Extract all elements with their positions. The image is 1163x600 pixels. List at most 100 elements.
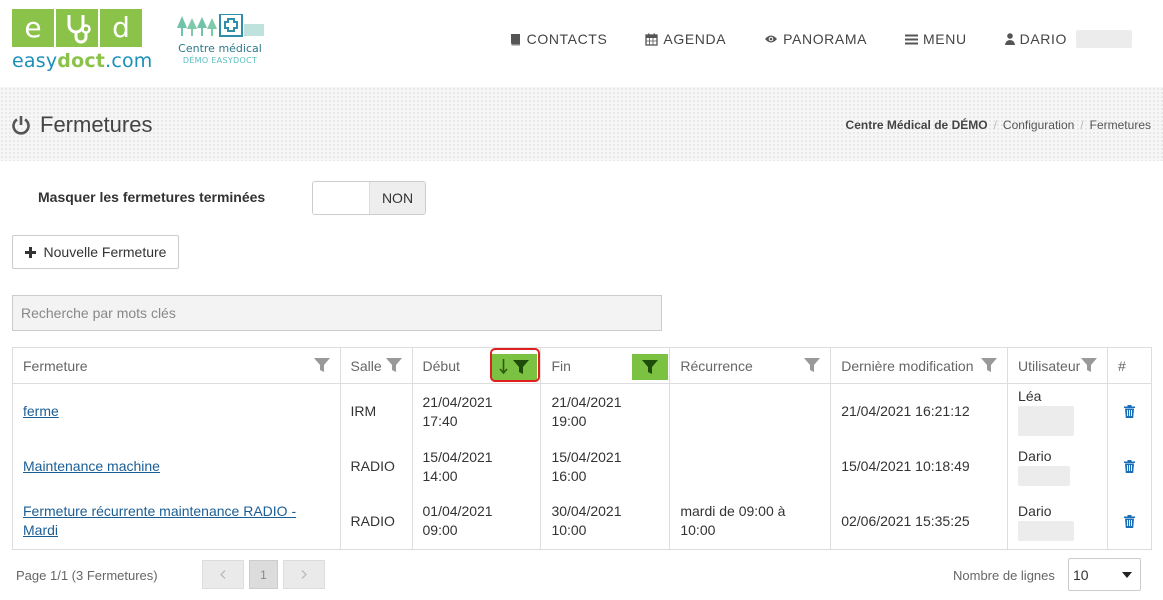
centre-name: Centre médical [178, 42, 262, 55]
cell-debut: 01/04/2021 09:00 [411, 493, 542, 550]
table-row: Fermeture récurrente maintenance RADIO -… [12, 493, 1152, 550]
highlight-frame [489, 348, 540, 382]
nav-agenda-label: AGENDA [663, 31, 727, 47]
cell-derniere-modification: 15/04/2021 10:18:49 [830, 439, 1009, 494]
user-name-redacted [1018, 466, 1071, 487]
breadcrumb-item-centre[interactable]: Centre Médical de DÉMO [846, 118, 988, 132]
page-title: Fermetures [11, 112, 152, 138]
cell-fin: 15/04/2021 16:00 [540, 439, 671, 494]
rows-per-page-label: Nombre de lignes [953, 568, 1055, 583]
easydoct-logo[interactable]: e d easydoct.com [12, 9, 153, 72]
user-name-redacted [1018, 520, 1075, 541]
pagination: 1 [202, 560, 325, 589]
nav-contacts[interactable]: CONTACTS [509, 31, 608, 47]
breadcrumb: Centre Médical de DÉMO / Configuration /… [846, 118, 1151, 132]
breadcrumb-separator: / [1080, 118, 1084, 132]
eye-icon [765, 35, 778, 43]
trees-icon [177, 14, 264, 37]
stethoscope-icon [56, 9, 98, 47]
nav-menu[interactable]: MENU [905, 31, 967, 47]
closures-table: Fermeture Salle Début Fin Récurrence Der… [12, 347, 1152, 550]
nav-contacts-label: CONTACTS [526, 31, 608, 47]
column-header-salle[interactable]: Salle [339, 347, 413, 384]
page-number-button[interactable]: 1 [249, 560, 278, 589]
cell-fin: 21/04/2021 19:00 [540, 383, 671, 440]
cell-derniere-modification: 02/06/2021 15:35:25 [830, 493, 1009, 550]
caret-down-icon [1122, 571, 1132, 578]
cell-recurrence: mardi de 09:00 à 10:00 [669, 493, 832, 550]
filter-icon[interactable] [981, 357, 998, 373]
closure-link[interactable]: ferme [23, 403, 59, 419]
filter-icon[interactable] [804, 357, 821, 373]
cell-recurrence [669, 439, 832, 494]
filter-icon [642, 360, 659, 374]
cell-debut: 21/04/2021 17:40 [411, 383, 542, 440]
user-name-redacted [1018, 406, 1075, 437]
toggle-value: NON [370, 182, 425, 214]
hide-finished-toggle[interactable]: NON [312, 181, 426, 215]
logo-tiles: e d [12, 9, 142, 47]
cell-utilisateur: Dario [1007, 493, 1108, 550]
cell-actions [1107, 439, 1152, 494]
cell-fermeture: ferme [12, 383, 341, 440]
rows-per-page-select[interactable]: 10 [1068, 558, 1141, 591]
logo-tile-e: e [12, 9, 54, 47]
new-closure-button[interactable]: Nouvelle Fermeture [12, 235, 179, 269]
cell-fin: 30/04/2021 10:00 [540, 493, 671, 550]
column-header-recurrence[interactable]: Récurrence [669, 347, 832, 384]
bars-icon [905, 34, 919, 44]
column-header-fermeture[interactable]: Fermeture [12, 347, 341, 384]
cell-fermeture: Maintenance machine [12, 439, 341, 494]
new-closure-button-label: Nouvelle Fermeture [43, 244, 167, 260]
prev-page-button[interactable] [202, 560, 244, 589]
nav-user[interactable]: DARIO [1004, 30, 1132, 48]
trash-icon[interactable] [1124, 405, 1135, 419]
cell-debut: 15/04/2021 14:00 [411, 439, 542, 494]
power-icon [12, 116, 30, 135]
cell-recurrence [669, 383, 832, 440]
column-header-derniere-modification[interactable]: Dernière modification [830, 347, 1009, 384]
column-header-utilisateur[interactable]: Utilisateur [1007, 347, 1108, 384]
page-title-text: Fermetures [40, 112, 153, 137]
calendar-icon [645, 33, 659, 46]
search-input[interactable] [12, 295, 662, 331]
cell-fermeture: Fermeture récurrente maintenance RADIO -… [12, 493, 341, 550]
column-header-fin[interactable]: Fin [540, 347, 671, 384]
trash-icon[interactable] [1124, 514, 1135, 528]
breadcrumb-item-configuration[interactable]: Configuration [1003, 118, 1074, 132]
closure-link[interactable]: Maintenance machine [23, 458, 160, 474]
cell-utilisateur: Dario [1007, 439, 1108, 494]
breadcrumb-separator: / [993, 118, 997, 132]
filter-icon[interactable] [385, 357, 402, 373]
nav-panorama[interactable]: PANORAMA [764, 31, 867, 47]
filter-icon[interactable] [313, 357, 330, 373]
main-nav: CONTACTS AGENDA PANORAMA MENU DARIO [471, 30, 1132, 48]
book-icon [510, 33, 520, 45]
column-header-debut[interactable]: Début [411, 347, 542, 384]
nav-panorama-label: PANORAMA [783, 31, 868, 47]
logo-text: easydoct.com [12, 50, 153, 72]
closure-link[interactable]: Fermeture récurrente maintenance RADIO -… [23, 503, 296, 538]
page-header: Fermetures Centre Médical de DÉMO / Conf… [0, 87, 1163, 161]
active-filter[interactable] [632, 354, 669, 380]
cell-salle: IRM [339, 383, 413, 440]
chevron-right-icon [301, 570, 307, 579]
column-header-actions: # [1107, 347, 1152, 384]
cell-utilisateur: Léa [1007, 383, 1108, 440]
cell-actions [1107, 493, 1152, 550]
next-page-button[interactable] [283, 560, 325, 589]
centre-medical-logo: Centre médical DÉMO EASYDOCT [176, 14, 264, 70]
user-icon [1004, 33, 1015, 45]
hide-finished-label: Masquer les fermetures terminées [38, 189, 266, 205]
rows-per-page-value: 10 [1073, 566, 1089, 583]
table-row: Maintenance machine RADIO 15/04/2021 14:0… [12, 439, 1152, 494]
plus-icon [24, 246, 36, 258]
nav-user-label: DARIO [1019, 31, 1067, 47]
centre-subtitle: DÉMO EASYDOCT [182, 56, 258, 65]
filter-icon[interactable] [1081, 357, 1097, 373]
trash-icon[interactable] [1124, 460, 1135, 473]
nav-agenda[interactable]: AGENDA [645, 31, 726, 47]
nav-menu-label: MENU [923, 31, 967, 47]
breadcrumb-item-fermetures: Fermetures [1089, 118, 1151, 132]
cell-salle: RADIO [339, 439, 413, 494]
